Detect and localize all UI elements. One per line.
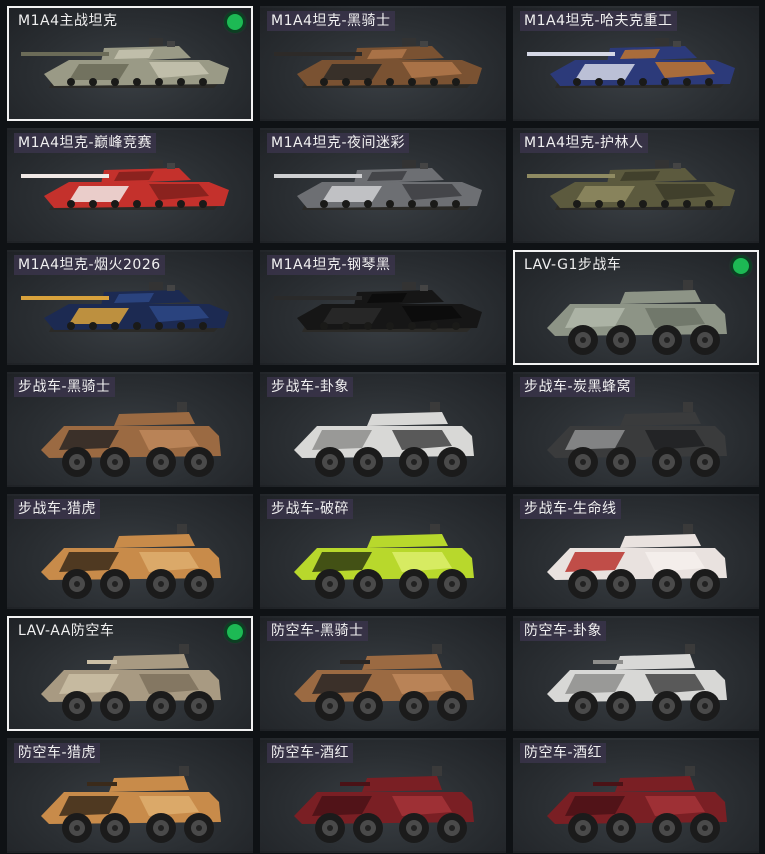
skin-name: M1A4坦克-巅峰竞赛 xyxy=(14,133,157,153)
skin-card[interactable]: M1A4坦克-巅峰竞赛 xyxy=(7,128,253,243)
skin-card[interactable]: 步战车-卦象 xyxy=(260,372,506,487)
skin-card[interactable]: M1A4坦克-夜间迷彩 xyxy=(260,128,506,243)
skin-card[interactable]: 步战车-生命线 xyxy=(513,494,759,609)
skin-card[interactable]: 步战车-黑骑士 xyxy=(7,372,253,487)
skin-card[interactable]: M1A4坦克-护林人 xyxy=(513,128,759,243)
skin-name: M1A4坦克-护林人 xyxy=(520,133,648,153)
skin-name: 防空车-酒红 xyxy=(267,743,354,763)
skin-name: M1A4坦克-烟火2026 xyxy=(14,255,165,275)
skin-card[interactable]: M1A4坦克-哈夫克重工 xyxy=(513,6,759,121)
skin-card[interactable]: 防空车-酒红 xyxy=(513,738,759,853)
active-dot-icon xyxy=(227,14,243,30)
skin-name: M1A4主战坦克 xyxy=(18,13,118,29)
skin-name: 防空车-卦象 xyxy=(520,621,607,641)
skin-name: 步战车-猎虎 xyxy=(14,499,101,519)
skin-grid: M1A4主战坦克 M1A4坦克-黑骑士 M1A4坦克-哈夫克重工 M1A4坦克-巅峰竞… xyxy=(0,0,765,854)
skin-card[interactable]: M1A4坦克-黑骑士 xyxy=(260,6,506,121)
skin-card[interactable]: 步战车-炭黑蜂窝 xyxy=(513,372,759,487)
skin-card[interactable]: 防空车-黑骑士 xyxy=(260,616,506,731)
skin-name: 步战车-生命线 xyxy=(520,499,621,519)
skin-name: LAV-AA防空车 xyxy=(18,623,115,639)
skin-card[interactable]: M1A4主战坦克 xyxy=(7,6,253,121)
skin-name: LAV-G1步战车 xyxy=(524,257,622,273)
skin-name: 步战车-卦象 xyxy=(267,377,354,397)
skin-card[interactable]: M1A4坦克-钢琴黑 xyxy=(260,250,506,365)
active-dot-icon xyxy=(227,624,243,640)
skin-name: 步战车-破碎 xyxy=(267,499,354,519)
skin-card[interactable]: LAV-G1步战车 xyxy=(513,250,759,365)
skin-card[interactable]: 步战车-猎虎 xyxy=(7,494,253,609)
skin-name: 步战车-黑骑士 xyxy=(14,377,115,397)
skin-name: 防空车-黑骑士 xyxy=(267,621,368,641)
skin-name: 步战车-炭黑蜂窝 xyxy=(520,377,636,397)
skin-card[interactable]: 步战车-破碎 xyxy=(260,494,506,609)
skin-name: M1A4坦克-夜间迷彩 xyxy=(267,133,410,153)
skin-name: 防空车-猎虎 xyxy=(14,743,101,763)
active-dot-icon xyxy=(733,258,749,274)
skin-name: 防空车-酒红 xyxy=(520,743,607,763)
skin-card[interactable]: M1A4坦克-烟火2026 xyxy=(7,250,253,365)
skin-name: M1A4坦克-黑骑士 xyxy=(267,11,395,31)
skin-card[interactable]: 防空车-酒红 xyxy=(260,738,506,853)
skin-name: M1A4坦克-哈夫克重工 xyxy=(520,11,677,31)
skin-card[interactable]: LAV-AA防空车 xyxy=(7,616,253,731)
skin-card[interactable]: 防空车-猎虎 xyxy=(7,738,253,853)
skin-card[interactable]: 防空车-卦象 xyxy=(513,616,759,731)
skin-name: M1A4坦克-钢琴黑 xyxy=(267,255,395,275)
